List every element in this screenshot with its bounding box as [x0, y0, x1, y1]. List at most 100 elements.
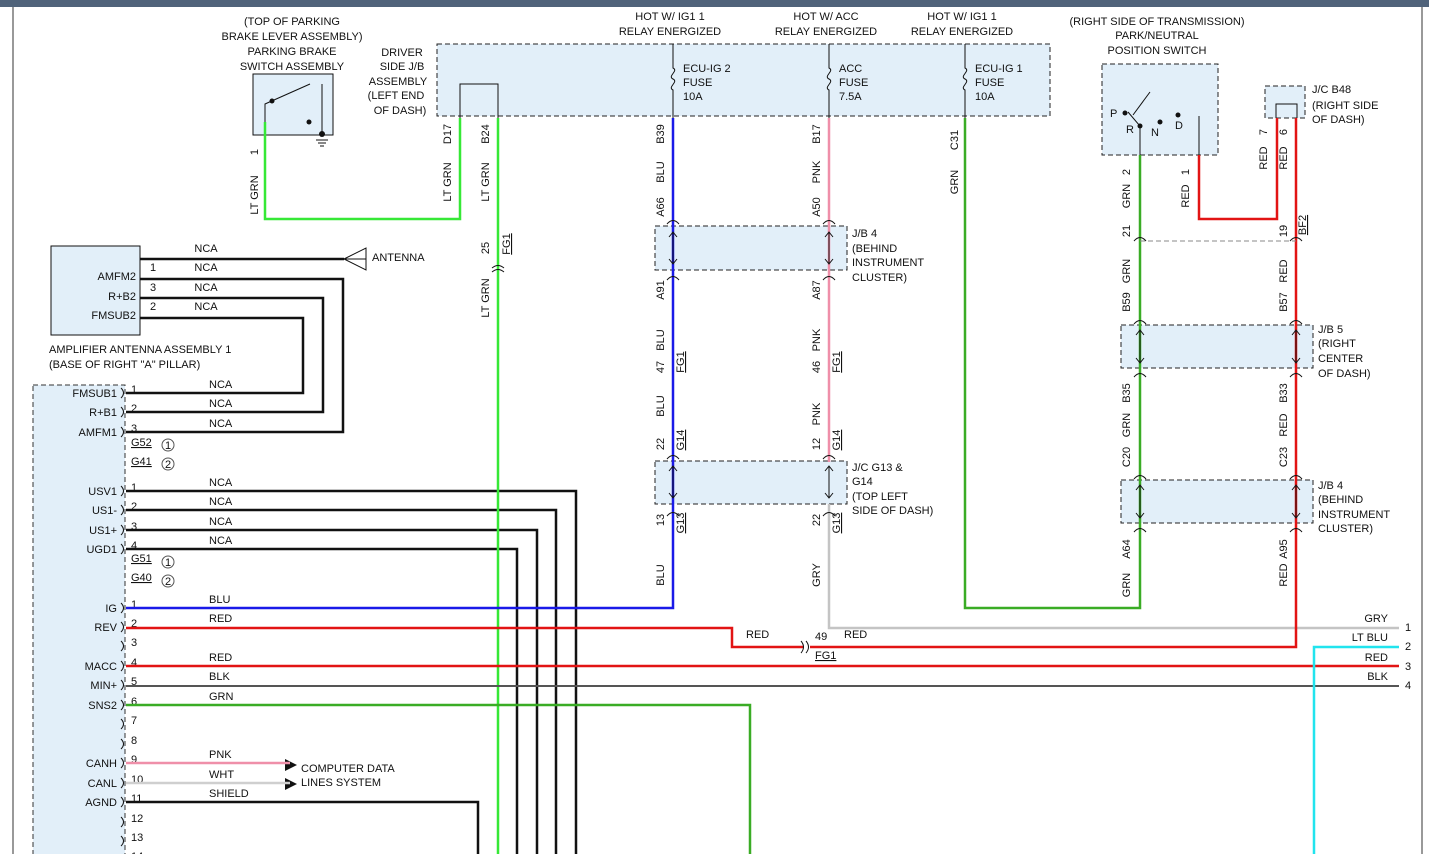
label-g51: G51	[131, 553, 152, 565]
pin-fg1-a: FG1	[675, 351, 687, 372]
pin-b24: B24	[480, 124, 492, 144]
right-wire-label: LT BLU	[1352, 632, 1388, 644]
label-jb5b: (RIGHT	[1318, 338, 1356, 350]
wire-label-red5: RED	[1278, 413, 1290, 436]
label-g41: G41	[131, 456, 152, 468]
pin-jc7: 7	[1258, 129, 1270, 135]
amp-wire-label-2: NCA	[194, 282, 218, 294]
wire-usv1	[126, 489, 578, 854]
row-wire-label: WHT	[209, 769, 234, 781]
row-wire-label: NCA	[209, 379, 233, 391]
row-name: MACC	[85, 661, 117, 673]
wire-label-red4: RED	[1278, 259, 1290, 282]
jb5-box	[1120, 324, 1314, 369]
wire-us1plus	[126, 528, 539, 854]
wire-label-grn2: GRN	[1121, 184, 1133, 209]
label-jb2: SIDE J/B	[380, 61, 425, 73]
label-pb1: (TOP OF PARKING	[244, 16, 340, 28]
amp-pinnum-1: 1	[150, 262, 156, 274]
amp-pinnum-2: 2	[150, 301, 156, 313]
pin-13: 13	[655, 514, 667, 526]
row-name: IG	[105, 603, 117, 615]
jc-b48-box	[1264, 85, 1306, 119]
right-pin: 1	[1405, 622, 1411, 634]
row-name: UGD1	[86, 544, 117, 556]
pn-contact-d	[1175, 112, 1181, 118]
pin-fg1-d: FG1	[815, 650, 836, 662]
label-amp1: AMPLIFIER ANTENNA ASSEMBLY 1	[49, 344, 231, 356]
pin-a87: A87	[811, 280, 823, 300]
pin-fg1-c: FG1	[501, 233, 513, 254]
pin-bf2: BF2	[1297, 215, 1309, 235]
wire-label-pnk3: PNK	[811, 402, 823, 425]
label-h2a: HOT W/ ACC	[793, 11, 858, 23]
wire-rev-red	[126, 626, 803, 649]
pin-25: 25	[480, 242, 492, 254]
pin-46: 46	[811, 361, 823, 373]
wire-label-ltgrn-d: LT GRN	[480, 278, 492, 317]
label-pn-n: N	[1151, 127, 1159, 139]
row-name: US1-	[92, 505, 117, 517]
pin-a66: A66	[655, 197, 667, 217]
row-name: SNS2	[88, 700, 117, 712]
label-jb4d: CLUSTER)	[852, 272, 907, 284]
row-wire-label: NCA	[209, 418, 233, 430]
callout-1a-text: 1	[165, 440, 171, 452]
pin-b35: B35	[1121, 383, 1133, 403]
label-jb4rd: CLUSTER)	[1318, 523, 1373, 535]
pn-contact-p	[1122, 110, 1128, 116]
amp-wire-label-3: NCA	[194, 301, 218, 313]
label-jb5c: CENTER	[1318, 353, 1363, 365]
pin-c23: C23	[1278, 447, 1290, 467]
pin-21: 21	[1121, 225, 1133, 237]
row-name: CANH	[86, 758, 117, 770]
amplifier-antenna-assembly: AMFM2 R+B2 FMSUB2 1 3 2 AMPLIFIER ANTENN…	[49, 243, 425, 371]
right-pin: 2	[1405, 641, 1411, 653]
wire-label-grn1: GRN	[949, 170, 961, 195]
callout-2a-text: 2	[165, 459, 171, 471]
row-name: AGND	[85, 797, 117, 809]
pin-a91: A91	[655, 280, 667, 300]
amp-pinnum-3: 3	[150, 282, 156, 294]
label-jc13d: SIDE OF DASH)	[852, 505, 933, 517]
row-name: R+B1	[89, 407, 117, 419]
label-jb5a: J/B 5	[1318, 324, 1343, 336]
pin-19: 19	[1278, 225, 1290, 237]
label-red-mid2: RED	[844, 629, 867, 641]
row-pin: 13	[131, 832, 143, 844]
label-jb5: OF DASH)	[374, 105, 427, 117]
row-wire-label: BLK	[209, 671, 230, 683]
wire-label-blu3: BLU	[655, 395, 667, 416]
label-jb4: (LEFT END	[368, 90, 425, 102]
wire-label-red3: RED	[1278, 146, 1290, 169]
label-h1a: HOT W/ IG1 1	[635, 11, 704, 23]
row-name: REV	[94, 622, 117, 634]
label-pn2: PARK/NEUTRAL	[1115, 30, 1199, 42]
driver-jb-box	[436, 43, 1051, 117]
label-jc2: (RIGHT SIDE	[1312, 100, 1378, 112]
callout-2b-text: 2	[165, 576, 171, 588]
jb4-box	[654, 225, 848, 271]
pin-fg1-b: FG1	[831, 351, 843, 372]
pin-pb1: 1	[249, 149, 261, 155]
pin-jc6: 6	[1278, 129, 1290, 135]
antenna-icon	[342, 247, 367, 271]
label-jb4c: INSTRUMENT	[852, 257, 924, 269]
row-wire-label: NCA	[209, 496, 233, 508]
wire-label-gry: GRY	[811, 563, 823, 587]
parking-brake-switch: (TOP OF PARKING BRAKE LEVER ASSEMBLY) PA…	[221, 16, 362, 215]
wire-label-blu2: BLU	[655, 329, 667, 350]
jc-g13-box	[654, 460, 848, 505]
row-wire-label: SHIELD	[209, 788, 249, 800]
row-name: MIN+	[90, 680, 117, 692]
pin-a95: A95	[1278, 539, 1290, 559]
label-f1c: 10A	[683, 91, 703, 103]
label-h3b: RELAY ENERGIZED	[911, 26, 1013, 38]
wire-label-pnk1: PNK	[811, 160, 823, 183]
pin-g13a: G13	[675, 513, 687, 534]
jb4-right-box	[1120, 479, 1314, 524]
label-jb4b: (BEHIND	[852, 243, 897, 255]
row-name: US1+	[89, 525, 117, 537]
label-h3a: HOT W/ IG1 1	[927, 11, 996, 23]
wire-label-grn3: GRN	[1121, 259, 1133, 284]
